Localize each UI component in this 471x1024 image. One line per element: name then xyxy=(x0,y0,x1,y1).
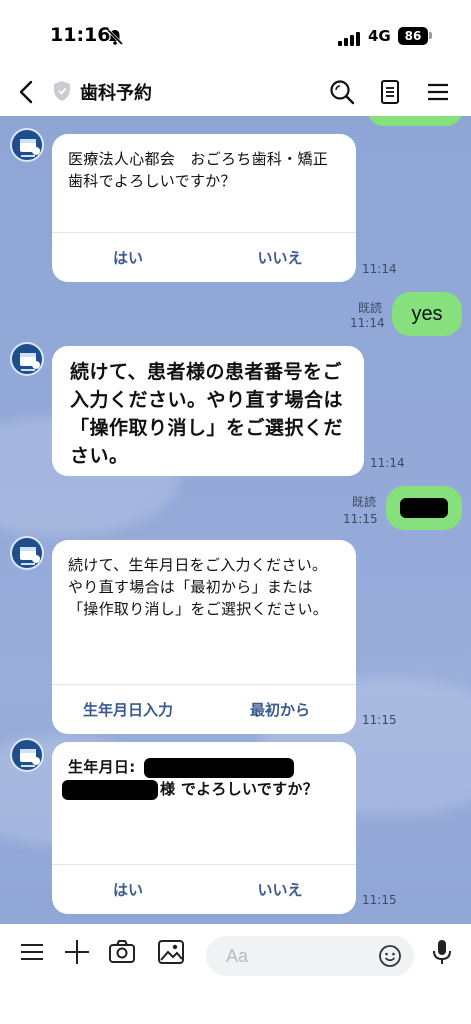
read-receipt: 既読 xyxy=(352,495,377,509)
message-text: 生年月日: 様 でよろしいですか？ xyxy=(52,742,356,854)
bell-off-icon xyxy=(106,28,124,46)
redaction xyxy=(144,758,294,778)
action-row: 生年月日入力 最初から xyxy=(52,684,356,734)
redaction xyxy=(400,498,448,518)
sent-message: yes xyxy=(392,292,462,336)
message-text: 医療法人心都会 おごろち歯科・矯正歯科でよろしいですか？ xyxy=(68,150,329,190)
camera-icon[interactable] xyxy=(108,938,136,966)
emoji-icon[interactable] xyxy=(378,944,402,968)
message-time: 11:15 xyxy=(362,893,397,907)
avatar[interactable] xyxy=(10,342,44,376)
network-label: 4G xyxy=(368,27,391,45)
avatar[interactable] xyxy=(10,738,44,772)
birthdate-input-button[interactable]: 生年月日入力 xyxy=(52,685,204,734)
notes-icon[interactable] xyxy=(374,76,406,108)
yes-button[interactable]: はい xyxy=(52,233,204,282)
message-time: 11:15 xyxy=(362,713,397,727)
chat-title: 歯科予約 xyxy=(80,83,152,104)
menu-icon[interactable] xyxy=(422,76,454,108)
message-text: 続けて、患者様の患者番号をご入力ください。やり直す場合は「操作取り消し」をご選択… xyxy=(70,361,344,467)
redaction xyxy=(62,780,158,800)
action-row: はい いいえ xyxy=(52,232,356,282)
input-placeholder: Aa xyxy=(226,946,249,966)
battery-tip xyxy=(429,32,432,39)
avatar[interactable] xyxy=(10,128,44,162)
bot-message: 生年月日: 様 でよろしいですか？ はい いいえ xyxy=(52,742,356,914)
calendar-icon xyxy=(20,547,40,565)
read-receipt: 既読 xyxy=(358,301,383,315)
yes-button[interactable]: はい xyxy=(52,865,204,914)
confirm-text: 様 でよろしいですか？ xyxy=(160,780,319,798)
battery-icon: 86 xyxy=(398,27,428,45)
message-time: 11:14 xyxy=(370,456,405,470)
bot-message: 医療法人心都会 おごろち歯科・矯正歯科でよろしいですか？ はい いいえ xyxy=(52,134,356,282)
status-bar: 11:16 4G 86 xyxy=(0,0,471,68)
chat-header: 歯科予約 xyxy=(0,68,471,116)
sent-bubble-partial xyxy=(368,116,462,126)
message-input[interactable]: Aa xyxy=(206,936,414,976)
sent-message xyxy=(386,486,462,530)
image-icon[interactable] xyxy=(157,938,185,966)
signal-icon xyxy=(338,30,362,46)
no-button[interactable]: いいえ xyxy=(204,233,356,282)
search-icon[interactable] xyxy=(326,76,358,108)
calendar-icon xyxy=(20,353,40,371)
shield-icon xyxy=(54,81,70,101)
bot-message: 続けて、患者様の患者番号をご入力ください。やり直す場合は「操作取り消し」をご選択… xyxy=(52,346,364,476)
message-time: 11:15 xyxy=(343,512,378,526)
calendar-icon xyxy=(20,139,40,157)
no-button[interactable]: いいえ xyxy=(204,865,356,914)
back-button[interactable] xyxy=(12,76,42,108)
message-time: 11:14 xyxy=(362,262,397,276)
menu-icon[interactable] xyxy=(18,938,46,966)
restart-button[interactable]: 最初から xyxy=(204,685,356,734)
plus-icon[interactable] xyxy=(63,938,91,966)
birthdate-label: 生年月日: xyxy=(68,758,136,776)
input-bar: Aa xyxy=(0,924,471,1024)
action-row: はい いいえ xyxy=(52,864,356,914)
bot-message: 続けて、生年月日をご入力ください。やり直す場合は「最初から」または「操作取り消し… xyxy=(52,540,356,734)
chat-area[interactable]: 医療法人心都会 おごろち歯科・矯正歯科でよろしいですか？ はい いいえ 11:1… xyxy=(0,116,471,924)
message-text: 続けて、生年月日をご入力ください。やり直す場合は「最初から」または「操作取り消し… xyxy=(68,556,329,618)
status-time: 11:16 xyxy=(50,24,111,46)
avatar[interactable] xyxy=(10,536,44,570)
message-time: 11:14 xyxy=(350,316,385,330)
microphone-icon[interactable] xyxy=(428,938,456,966)
